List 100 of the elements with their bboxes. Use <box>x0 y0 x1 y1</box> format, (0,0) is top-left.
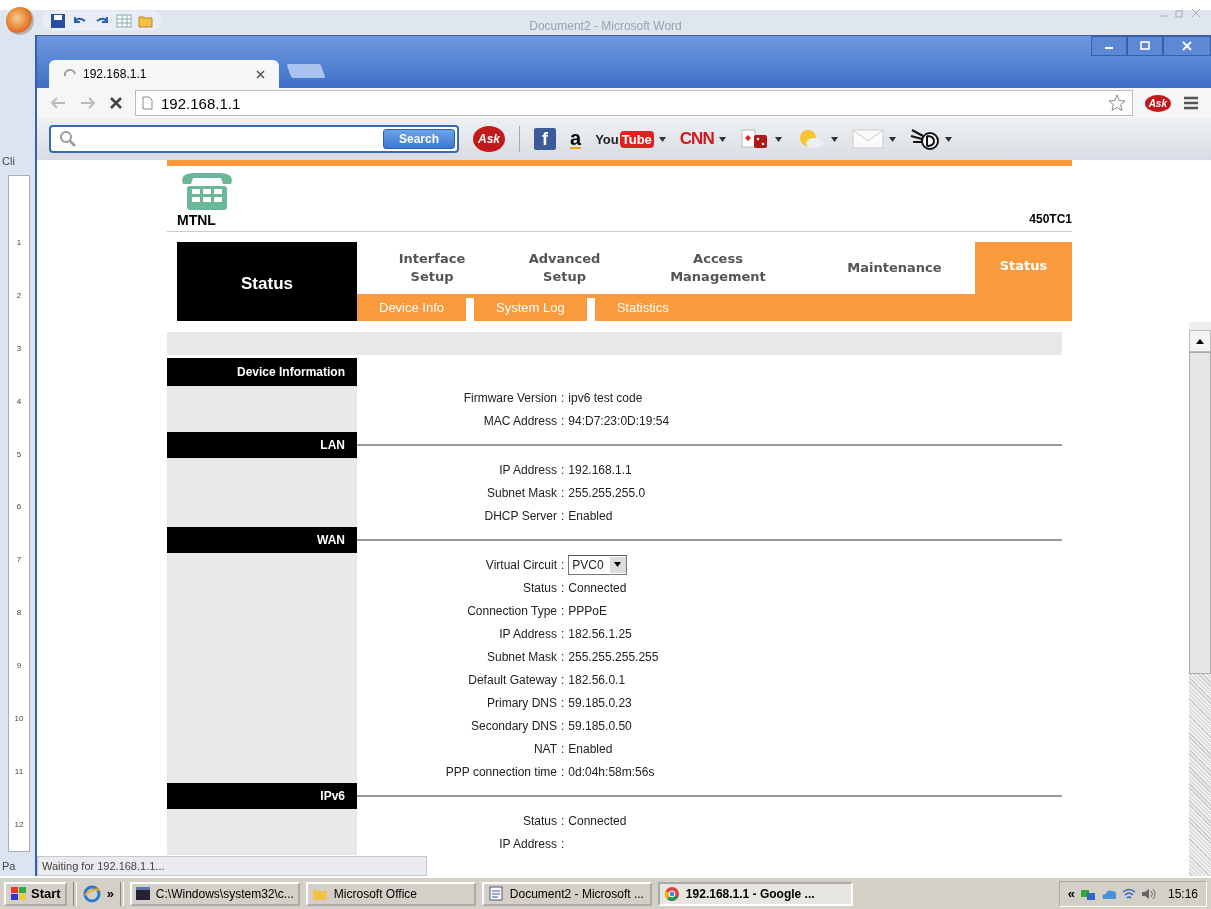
caret-icon[interactable] <box>944 136 952 142</box>
ruler-number: 5 <box>16 449 22 459</box>
caret-icon[interactable] <box>718 136 726 142</box>
menu-tab[interactable]: Access Management <box>622 242 814 294</box>
ruler-number: 4 <box>16 396 22 406</box>
field-label: IP Address <box>498 836 557 851</box>
ask-extension-icon[interactable]: Ask <box>1144 94 1171 112</box>
field-value: Enabled <box>568 508 613 523</box>
console-icon <box>135 887 150 900</box>
field-label: Subnet Mask <box>485 649 557 664</box>
taskbar-button[interactable]: Document2 - Microsoft ... <box>481 881 652 906</box>
ribbon-label: Cli <box>2 155 15 167</box>
address-bar[interactable]: 192.168.1.1 <box>135 90 1133 116</box>
label-separator: : <box>561 557 565 572</box>
field-value: Connected <box>568 813 627 828</box>
browser-globe-icon[interactable] <box>82 884 101 903</box>
start-button[interactable]: Start <box>4 881 67 906</box>
ruler-number: 2 <box>16 290 22 300</box>
menu-tab[interactable]: Interface Setup <box>357 242 507 294</box>
taskbar-button[interactable]: C:\Windows\system32\c... <box>129 881 300 906</box>
window-title: Document2 - Microsoft Word <box>529 19 682 33</box>
field-value: Connected <box>568 580 627 595</box>
flag-icon <box>10 886 28 901</box>
tray-chevron[interactable]: « <box>1067 886 1075 901</box>
speaker-icon[interactable] <box>1140 886 1157 901</box>
label-separator: : <box>561 580 565 595</box>
field-label: Secondary DNS <box>469 718 557 733</box>
field-value: 182.56.1.25 <box>568 626 632 641</box>
field-label: MAC Address <box>482 413 557 428</box>
up-arrow-icon[interactable] <box>1196 338 1204 344</box>
caret-icon[interactable] <box>774 136 782 142</box>
star-icon[interactable] <box>1107 94 1126 112</box>
label-separator: : <box>561 390 565 405</box>
ruler-number: 10 <box>14 714 24 724</box>
taskbar-button[interactable]: Microsoft Office <box>305 881 476 906</box>
label-separator: : <box>561 741 565 756</box>
section-title: Status <box>241 273 293 294</box>
cnn-logo[interactable]: CNN <box>679 129 714 149</box>
label-separator: : <box>561 649 565 664</box>
clock: 15:16 <box>1167 886 1198 901</box>
dropdown-select[interactable]: PVC0 <box>568 554 627 575</box>
document-icon <box>487 886 504 901</box>
maximize-button[interactable] <box>1127 36 1163 56</box>
close-icon[interactable] <box>256 69 265 79</box>
field-label: Firmware Version <box>462 390 557 405</box>
ruler-number: 12 <box>14 819 24 829</box>
field-label: PPP connection time <box>444 764 557 779</box>
label-separator: : <box>561 462 565 477</box>
field-label: DHCP Server <box>483 508 557 523</box>
field-label: Status <box>521 813 557 828</box>
caret-icon[interactable] <box>888 136 896 142</box>
label-separator: : <box>561 813 565 828</box>
amazon-logo[interactable]: a <box>570 129 582 149</box>
minimize-button[interactable] <box>1091 36 1127 56</box>
field-value: 255.255.255.255 <box>568 649 659 664</box>
field-value: 182.56.0.1 <box>568 672 626 687</box>
save-icon[interactable] <box>50 12 66 29</box>
cards-and-dice-icon[interactable] <box>739 128 770 150</box>
field-label: Subnet Mask <box>485 485 557 500</box>
field-value: 94:D7:23:0D:19:54 <box>568 413 670 428</box>
wifi-icon[interactable] <box>1121 886 1136 901</box>
browser-tab[interactable]: 192.168.1.1 <box>49 60 279 88</box>
vertical-scrollbar[interactable] <box>1189 322 1211 876</box>
office-button[interactable] <box>6 6 34 35</box>
close-button[interactable] <box>1163 36 1211 56</box>
field-value: 0d:04h:58m:56s <box>568 764 655 779</box>
ask-logo[interactable]: Ask <box>473 126 505 152</box>
dictionary-icon[interactable] <box>909 127 940 151</box>
section-heading: Device Information <box>167 358 357 386</box>
field-label: Virtual Circuit <box>484 557 557 572</box>
status-bubble: Waiting for 192.168.1.1... <box>37 856 427 876</box>
label-separator: : <box>561 695 565 710</box>
label-separator: : <box>561 603 565 618</box>
caret-icon[interactable] <box>658 136 666 142</box>
field-value: 59.185.0.50 <box>568 718 632 733</box>
ribbon-label: Pa <box>2 860 16 872</box>
menu-tab[interactable]: Advanced Setup <box>507 242 622 294</box>
search-icon <box>59 130 77 148</box>
label-separator: : <box>561 718 565 733</box>
taskbar-button[interactable]: 192.168.1.1 - Google ... <box>657 881 853 906</box>
page-icon <box>142 96 153 110</box>
field-label: Primary DNS <box>486 695 557 710</box>
field-value: Enabled <box>568 741 613 756</box>
field-value: 255.255.255.0 <box>568 485 646 500</box>
quick-launch-chevron[interactable]: » <box>106 886 114 901</box>
label-separator: : <box>561 626 565 641</box>
caret-icon[interactable] <box>830 136 838 142</box>
menu-icon[interactable] <box>1183 96 1199 110</box>
field-value: ipv6 test code <box>568 390 643 405</box>
ruler-number: 1 <box>16 237 22 247</box>
label-separator: : <box>561 836 565 851</box>
facebook-icon[interactable]: f <box>534 128 556 150</box>
ruler-number: 8 <box>16 608 22 618</box>
menu-tab[interactable]: Maintenance <box>814 242 975 294</box>
section-heading: IPv6 <box>167 783 357 809</box>
model-number: 450TC1 <box>1029 212 1072 228</box>
label-separator: : <box>561 413 565 428</box>
field-label: Default Gateway <box>467 672 557 687</box>
field-value: 59.185.0.23 <box>568 695 632 710</box>
stop-icon[interactable] <box>109 96 123 110</box>
